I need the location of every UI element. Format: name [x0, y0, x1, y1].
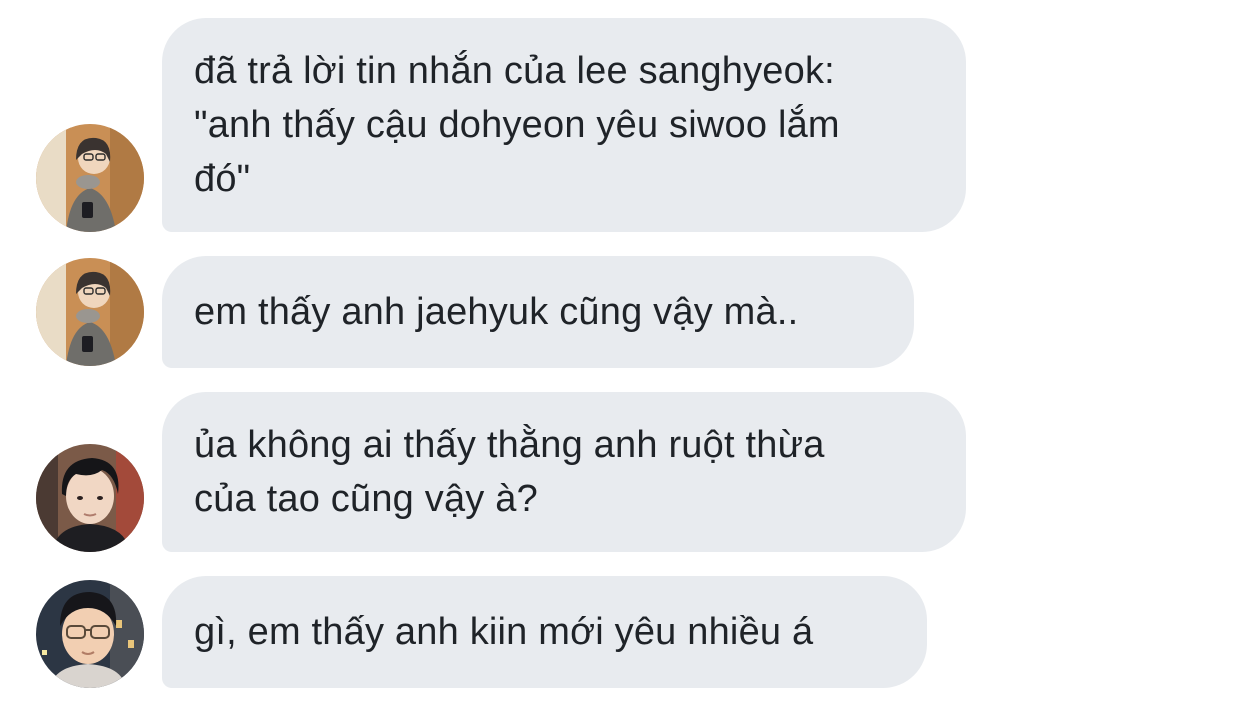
message-row: gì, em thấy anh kiin mới yêu nhiều á: [0, 576, 1242, 688]
avatar[interactable]: [36, 258, 144, 366]
message-row: đã trả lời tin nhắn của lee sanghyeok: "…: [0, 18, 1242, 232]
message-bubble[interactable]: đã trả lời tin nhắn của lee sanghyeok: "…: [162, 18, 966, 232]
message-thread: đã trả lời tin nhắn của lee sanghyeok: "…: [0, 0, 1242, 704]
message-bubble[interactable]: em thấy anh jaehyuk cũng vậy mà..: [162, 256, 914, 368]
avatar-photo-user-a: [36, 258, 144, 366]
message-row: ủa không ai thấy thằng anh ruột thừa của…: [0, 392, 1242, 552]
avatar-photo-user-a: [36, 124, 144, 232]
avatar[interactable]: [36, 124, 144, 232]
avatar[interactable]: [36, 444, 144, 552]
avatar[interactable]: [36, 580, 144, 688]
message-bubble[interactable]: ủa không ai thấy thằng anh ruột thừa của…: [162, 392, 966, 552]
message-bubble[interactable]: gì, em thấy anh kiin mới yêu nhiều á: [162, 576, 927, 688]
avatar-photo-user-c: [36, 580, 144, 688]
message-row: em thấy anh jaehyuk cũng vậy mà..: [0, 256, 1242, 368]
avatar-photo-user-b: [36, 444, 144, 552]
